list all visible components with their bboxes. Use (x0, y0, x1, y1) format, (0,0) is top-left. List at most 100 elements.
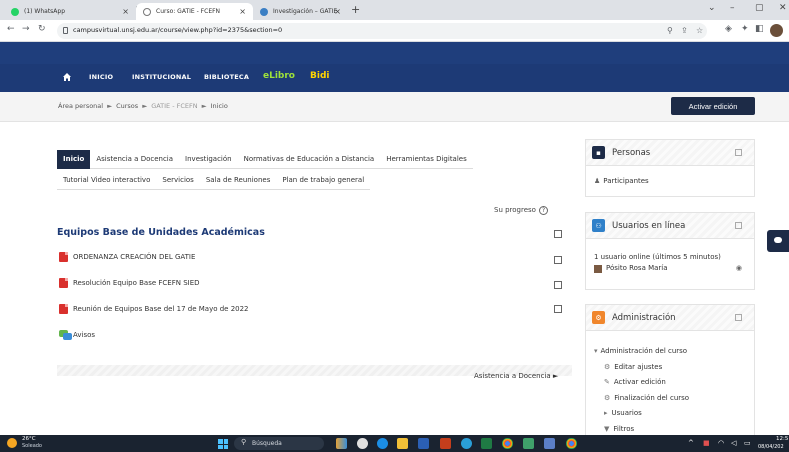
widgets-app-icon[interactable] (336, 438, 347, 449)
tab-asistencia-docencia[interactable]: Asistencia a Docencia (90, 150, 180, 169)
breadcrumb-bar: Área personal ► Cursos ► GATIE - FCEFN ►… (0, 92, 789, 122)
completion-checkbox[interactable] (554, 305, 562, 313)
profile-avatar[interactable] (770, 24, 783, 37)
tab-plan-trabajo[interactable]: Plan de trabajo general (276, 171, 371, 190)
browser-tab-course[interactable]: Curso: GATIE - FCEFN × (136, 3, 253, 20)
tab-sala-reuniones[interactable]: Sala de Reuniones (199, 171, 277, 190)
moodle-favicon-icon (143, 7, 151, 16)
eye-icon[interactable]: ◉ (736, 263, 742, 274)
share-icon[interactable]: ⇪ (681, 26, 688, 35)
browser-tab-bar: (1) WhatsApp × Curso: GATIE - FCEFN × In… (0, 0, 789, 20)
activity-reunion[interactable]: Reunión de Equipos Base del 17 de Mayo d… (59, 304, 249, 314)
admin-editar-ajustes[interactable]: ⚙ Editar ajustes (594, 360, 746, 376)
browser-tab-whatsapp[interactable]: (1) WhatsApp × (4, 3, 136, 20)
breadcrumb-cursos[interactable]: Cursos (116, 102, 138, 110)
reload-icon[interactable]: ↻ (38, 24, 46, 34)
breadcrumb-area-personal[interactable]: Área personal (58, 102, 103, 110)
nav-biblioteca-link[interactable]: BIBLIOTECA (204, 73, 249, 81)
tray-app-icon[interactable]: ■ (703, 439, 710, 447)
close-window-icon[interactable]: ✕ (779, 3, 787, 13)
chrome-icon[interactable] (502, 438, 513, 449)
tab-servicios[interactable]: Servicios (156, 171, 200, 190)
file-explorer-icon[interactable] (397, 438, 408, 449)
activity-ordenanza[interactable]: ORDENANZA CREACIÓN DEL GATIE (59, 252, 195, 262)
tab-investigacion[interactable]: Investigación (179, 150, 238, 169)
sun-icon[interactable] (7, 438, 17, 448)
users-online-icon: ⚇ (592, 219, 605, 232)
new-tab-button[interactable]: + (351, 3, 360, 16)
admin-finalizacion[interactable]: ⚙ Finalización del curso (594, 391, 746, 407)
clock-date[interactable]: 08/04/202 (758, 444, 784, 450)
chrome-profile-icon[interactable] (566, 438, 577, 449)
pencil-icon: ✎ (604, 378, 610, 386)
nav-elibro-link[interactable]: eLibro (263, 71, 295, 81)
wifi-icon[interactable]: ◠ (718, 439, 724, 447)
bookmark-star-icon[interactable]: ☆ (696, 26, 703, 35)
section-title[interactable]: Equipos Base de Unidades Académicas (57, 227, 265, 238)
url-bar[interactable]: campusvirtual.unsj.edu.ar/course/view.ph… (57, 23, 707, 39)
caret-down-icon: ▾ (594, 347, 598, 355)
camera-app-icon[interactable] (357, 438, 368, 449)
help-icon[interactable]: ? (538, 206, 548, 215)
store-icon[interactable] (523, 438, 534, 449)
excel-icon[interactable] (481, 438, 492, 449)
completion-checkbox[interactable] (554, 230, 562, 238)
admin-activar-edicion[interactable]: ✎ Activar edición (594, 375, 746, 391)
online-user-name[interactable]: Pósito Rosa María (606, 263, 668, 274)
next-section-link[interactable]: Asistencia a Docencia ► (474, 372, 558, 380)
activity-avisos[interactable]: Avisos (59, 330, 95, 340)
tab-search-chevron-icon[interactable]: ⌄ (708, 3, 716, 13)
clock-time[interactable]: 12:5 (776, 436, 788, 442)
battery-icon[interactable]: ▭ (744, 439, 751, 447)
chat-drawer-button[interactable] (767, 230, 789, 252)
address-toolbar: ← → ↻ campusvirtual.unsj.edu.ar/course/v… (0, 20, 789, 42)
windows-start-icon[interactable] (218, 439, 228, 449)
activar-edicion-button[interactable]: Activar edición (671, 97, 755, 115)
activity-resolucion[interactable]: Resolución Equipo Base FCEFN SIED (59, 278, 200, 288)
close-tab-icon[interactable]: × (239, 7, 246, 16)
block-title: Usuarios en línea (612, 220, 686, 231)
tab-normativas[interactable]: Normativas de Educación a Distancia (237, 150, 381, 169)
sidebar-icon[interactable]: ◧ (755, 24, 764, 34)
admin-course-node[interactable]: ▾ Administración del curso (594, 344, 746, 360)
tab-tutorial-video[interactable]: Tutorial Video interactivo (57, 171, 157, 190)
tab-inicio[interactable]: Inicio (57, 150, 91, 169)
breadcrumb-inicio[interactable]: Inicio (211, 102, 228, 110)
personas-icon: ▪ (592, 146, 605, 159)
participantes-link[interactable]: Participantes (603, 177, 648, 185)
collapse-icon[interactable] (735, 314, 742, 321)
browser-tab-investigacion[interactable]: Investigación – GATIE × (253, 3, 348, 20)
tab-herramientas-digitales[interactable]: Herramientas Digitales (380, 150, 473, 169)
collapse-icon[interactable] (735, 222, 742, 229)
puzzle-extensions-icon[interactable]: ✦ (741, 24, 749, 34)
nav-institucional-link[interactable]: INSTITUCIONAL (132, 73, 191, 81)
app-icon[interactable] (544, 438, 555, 449)
completion-checkbox[interactable] (554, 256, 562, 264)
pdf-icon (59, 278, 68, 288)
edge-icon[interactable] (377, 438, 388, 449)
back-arrow-icon[interactable]: ← (7, 24, 15, 34)
extension-icon[interactable]: ◈ (725, 24, 732, 34)
collapse-icon[interactable] (735, 149, 742, 156)
taskbar-search[interactable]: ⚲ Búsqueda (234, 437, 324, 450)
minimize-icon[interactable]: – (730, 3, 735, 13)
breadcrumb-course[interactable]: GATIE - FCEFN (151, 102, 197, 110)
activity-label: Avisos (73, 331, 96, 339)
participants-icon: ♟ (594, 177, 601, 185)
weather-description: Soleado (22, 443, 42, 449)
powerpoint-icon[interactable] (440, 438, 451, 449)
nav-bidi-link[interactable]: Bidi (310, 71, 329, 81)
app-icon[interactable] (461, 438, 472, 449)
close-tab-icon[interactable]: × (122, 7, 129, 16)
nav-inicio-link[interactable]: INICIO (89, 73, 113, 81)
completion-checkbox[interactable] (554, 281, 562, 289)
forward-arrow-icon[interactable]: → (22, 24, 30, 34)
tray-chevron-icon[interactable]: ^ (688, 439, 694, 447)
word-icon[interactable] (418, 438, 429, 449)
zoom-icon[interactable]: ⚲ (667, 26, 673, 35)
home-icon[interactable] (62, 72, 72, 82)
admin-usuarios[interactable]: ▸ Usuarios (594, 406, 746, 422)
volume-icon[interactable]: ◁ (731, 439, 736, 447)
close-tab-icon[interactable]: × (334, 7, 341, 16)
maximize-icon[interactable]: ▢ (755, 3, 764, 13)
